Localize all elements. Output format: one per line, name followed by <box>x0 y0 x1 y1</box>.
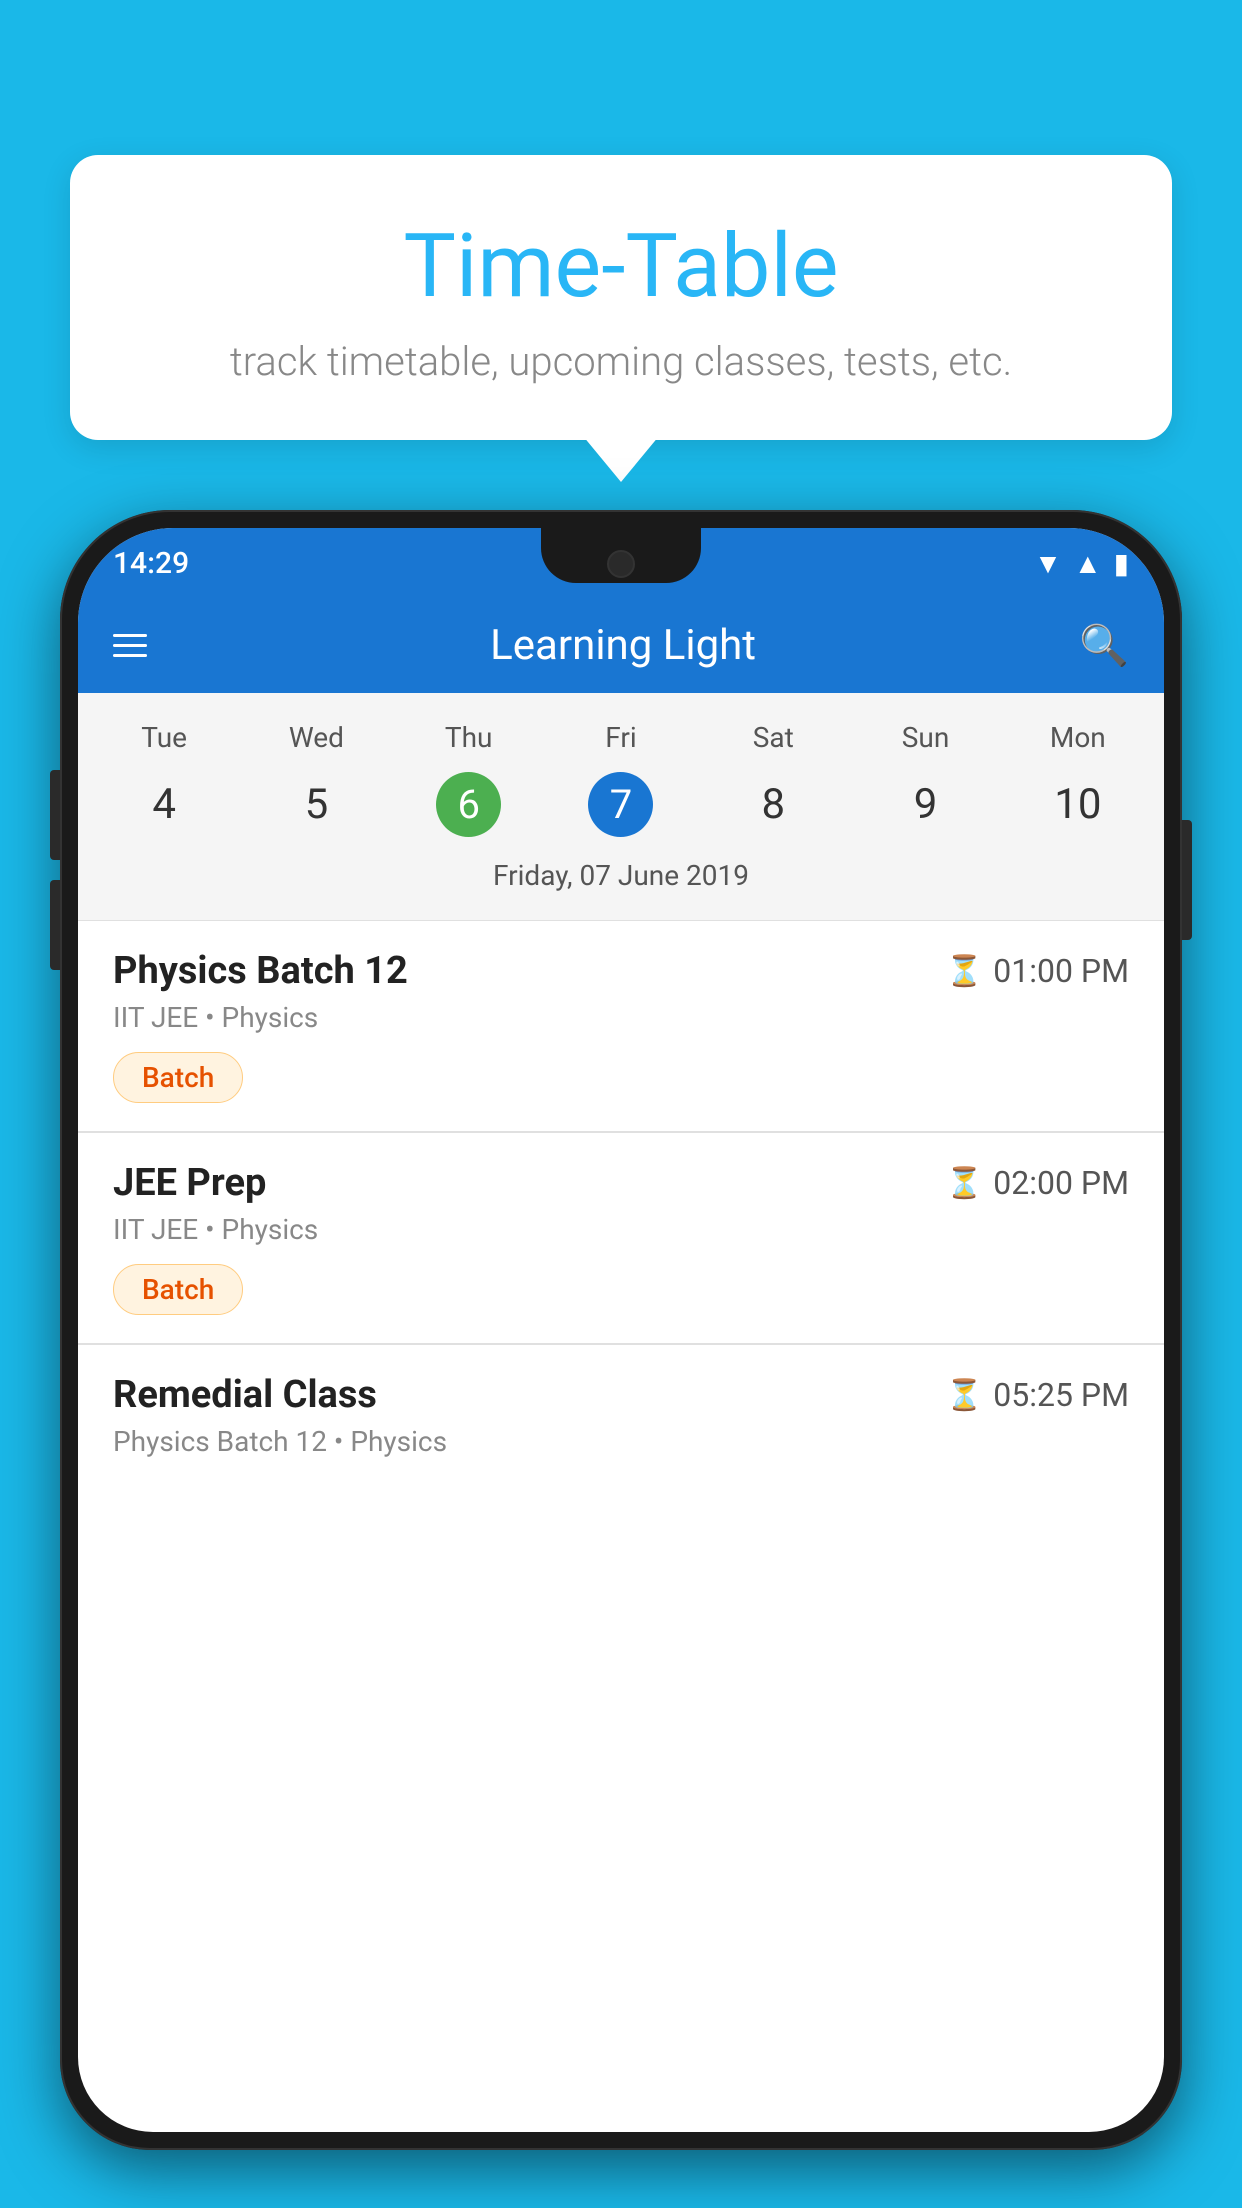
wifi-icon: ▼ <box>1034 547 1062 580</box>
day-col-4[interactable]: 4 <box>88 770 240 839</box>
clock-icon-1: ⏳ <box>946 954 983 989</box>
phone-screen: 14:29 ▼ ▲ ▮ Learning Light 🔍 <box>78 528 1164 2132</box>
volume-up-button[interactable] <box>50 770 60 860</box>
day-col-10[interactable]: 10 <box>1002 770 1154 839</box>
class-card-1-header: Physics Batch 12 ⏳ 01:00 PM <box>113 949 1129 993</box>
phone-notch <box>541 528 701 583</box>
class-time-3: ⏳ 05:25 PM <box>946 1376 1129 1414</box>
app-header: Learning Light 🔍 <box>78 598 1164 693</box>
batch-tag-1: Batch <box>113 1052 243 1103</box>
batch-tag-2: Batch <box>113 1264 243 1315</box>
tooltip-card: Time-Table track timetable, upcoming cla… <box>70 155 1172 440</box>
class-time-2: ⏳ 02:00 PM <box>946 1164 1129 1202</box>
class-card-3-header: Remedial Class ⏳ 05:25 PM <box>113 1373 1129 1417</box>
day-8[interactable]: 8 <box>697 770 849 839</box>
power-button[interactable] <box>1182 820 1192 940</box>
class-card-2[interactable]: JEE Prep ⏳ 02:00 PM IIT JEE • Physics Ba… <box>78 1132 1164 1343</box>
class-card-3[interactable]: Remedial Class ⏳ 05:25 PM Physics Batch … <box>78 1344 1164 1504</box>
day-10[interactable]: 10 <box>1002 770 1154 839</box>
day-header-thu: Thu <box>393 713 545 762</box>
camera <box>607 550 635 578</box>
class-name-2: JEE Prep <box>113 1161 266 1205</box>
class-name-1: Physics Batch 12 <box>113 949 408 993</box>
day-col-9[interactable]: 9 <box>849 770 1001 839</box>
class-card-2-header: JEE Prep ⏳ 02:00 PM <box>113 1161 1129 1205</box>
class-name-3: Remedial Class <box>113 1373 377 1417</box>
status-icons: ▼ ▲ ▮ <box>1034 547 1129 580</box>
app-title: Learning Light <box>197 621 1049 670</box>
day-col-8[interactable]: 8 <box>697 770 849 839</box>
day-headers: Tue Wed Thu Fri Sat Sun Mon <box>78 713 1164 762</box>
volume-down-button[interactable] <box>50 880 60 970</box>
selected-date: Friday, 07 June 2019 <box>78 847 1164 910</box>
signal-icon: ▲ <box>1074 547 1102 580</box>
class-meta-3: Physics Batch 12 • Physics <box>113 1425 1129 1458</box>
screen-content: Tue Wed Thu Fri Sat Sun Mon 4 5 6 7 8 <box>78 693 1164 2132</box>
status-time: 14:29 <box>113 546 189 581</box>
class-card-1[interactable]: Physics Batch 12 ⏳ 01:00 PM IIT JEE • Ph… <box>78 920 1164 1131</box>
class-meta-1: IIT JEE • Physics <box>113 1001 1129 1034</box>
search-icon[interactable]: 🔍 <box>1079 622 1129 669</box>
day-col-7[interactable]: 7 <box>545 772 697 837</box>
tooltip-subtitle: track timetable, upcoming classes, tests… <box>120 338 1122 385</box>
day-col-5[interactable]: 5 <box>240 770 392 839</box>
day-col-6[interactable]: 6 <box>393 772 545 837</box>
day-4[interactable]: 4 <box>88 770 240 839</box>
day-header-fri: Fri <box>545 713 697 762</box>
clock-icon-2: ⏳ <box>946 1166 983 1201</box>
day-header-sat: Sat <box>697 713 849 762</box>
day-7-selected[interactable]: 7 <box>588 772 653 837</box>
day-header-wed: Wed <box>240 713 392 762</box>
menu-icon[interactable] <box>113 634 147 657</box>
day-6-today[interactable]: 6 <box>436 772 501 837</box>
class-time-1: ⏳ 01:00 PM <box>946 952 1129 990</box>
day-header-sun: Sun <box>849 713 1001 762</box>
day-header-mon: Mon <box>1002 713 1154 762</box>
phone-frame: 14:29 ▼ ▲ ▮ Learning Light 🔍 <box>60 510 1182 2208</box>
day-numbers: 4 5 6 7 8 9 10 <box>78 762 1164 847</box>
class-meta-2: IIT JEE • Physics <box>113 1213 1129 1246</box>
day-9[interactable]: 9 <box>849 770 1001 839</box>
battery-icon: ▮ <box>1114 547 1129 580</box>
phone-outer: 14:29 ▼ ▲ ▮ Learning Light 🔍 <box>60 510 1182 2150</box>
day-5[interactable]: 5 <box>240 770 392 839</box>
day-header-tue: Tue <box>88 713 240 762</box>
tooltip-title: Time-Table <box>120 215 1122 318</box>
calendar-strip: Tue Wed Thu Fri Sat Sun Mon 4 5 6 7 8 <box>78 693 1164 920</box>
clock-icon-3: ⏳ <box>946 1378 983 1413</box>
